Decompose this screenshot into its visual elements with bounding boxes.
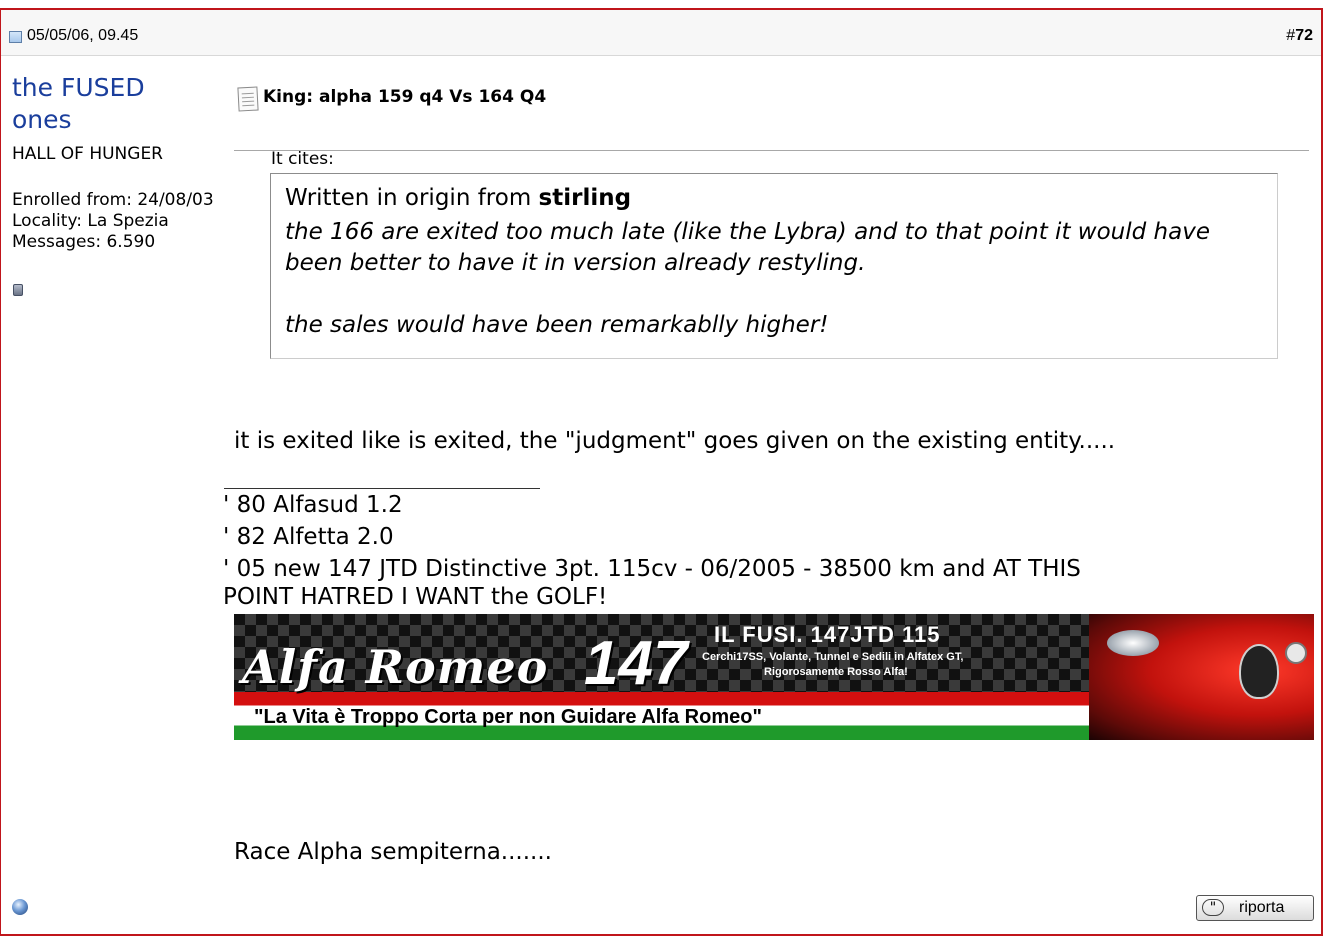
banner-line-1: IL FUSI. 147JTD 115	[714, 622, 941, 647]
user-title: HALL OF HUNGER	[12, 144, 163, 164]
document-icon	[237, 86, 259, 112]
post-title: King: alpha 159 q4 Vs 164 Q4	[263, 87, 547, 107]
post-date: 05/05/06, 09.45	[27, 27, 139, 44]
quote-box: Written in origin from stirling the 166 …	[270, 173, 1278, 359]
signature-divider	[224, 488, 540, 489]
signature-banner: Alfa Romeo 147 IL FUSI. 147JTD 115 Cerch…	[234, 614, 1314, 740]
quote-source: Written in origin from stirling	[285, 185, 632, 211]
user-info: Enrolled from: 24/08/03 Locality: La Spe…	[12, 190, 214, 253]
banner-brand: Alfa Romeo	[242, 640, 549, 694]
enrolled-date: Enrolled from: 24/08/03	[12, 190, 214, 210]
signature-line: ' 80 Alfasud 1.2	[223, 492, 403, 518]
locality: Locality: La Spezia	[12, 211, 169, 231]
post-header: 05/05/06, 09.45 #72	[1, 10, 1321, 56]
signature-line: ' 05 new 147 JTD Distinctive 3pt. 115cv …	[223, 556, 1081, 582]
quote-bubble-icon: "	[1202, 899, 1224, 916]
report-label: riporta	[1239, 899, 1285, 916]
post-body: it is exited like is exited, the "judgme…	[234, 428, 1116, 454]
reputation-icon	[13, 284, 23, 296]
username-link[interactable]: the FUSED ones	[12, 72, 202, 136]
forum-post: 05/05/06, 09.45 #72 the FUSED ones HALL …	[0, 8, 1323, 936]
report-button[interactable]: " riporta	[1196, 895, 1314, 921]
alfa-logo-graphic	[1285, 642, 1307, 664]
grille-graphic	[1239, 644, 1279, 699]
quote-label: It cites:	[271, 149, 334, 169]
quote-text-2: the sales would have been remarkablly hi…	[285, 312, 829, 338]
post-status-icon	[9, 31, 22, 43]
banner-model: 147	[584, 629, 688, 698]
banner-line-2: Cerchi17SS, Volante, Tunnel e Sedili in …	[702, 651, 964, 663]
closing-text: Race Alpha sempiterna.......	[234, 839, 552, 865]
banner-car-image	[1089, 614, 1314, 740]
post-number[interactable]: #72	[1286, 27, 1313, 45]
banner-motto: "La Vita è Troppo Corta per non Guidare …	[254, 706, 762, 728]
signature-line: POINT HATRED I WANT the GOLF!	[223, 584, 608, 610]
signature-line: ' 82 Alfetta 2.0	[223, 524, 394, 550]
banner-line-3: Rigorosamente Rosso Alfa!	[764, 666, 908, 678]
headlight-graphic	[1107, 630, 1159, 656]
quote-text: the 166 are exited too much late (like t…	[285, 219, 1210, 276]
message-count: Messages: 6.590	[12, 232, 156, 252]
quote-author: stirling	[538, 185, 632, 211]
title-divider	[234, 150, 1309, 151]
online-status-icon	[12, 899, 28, 915]
